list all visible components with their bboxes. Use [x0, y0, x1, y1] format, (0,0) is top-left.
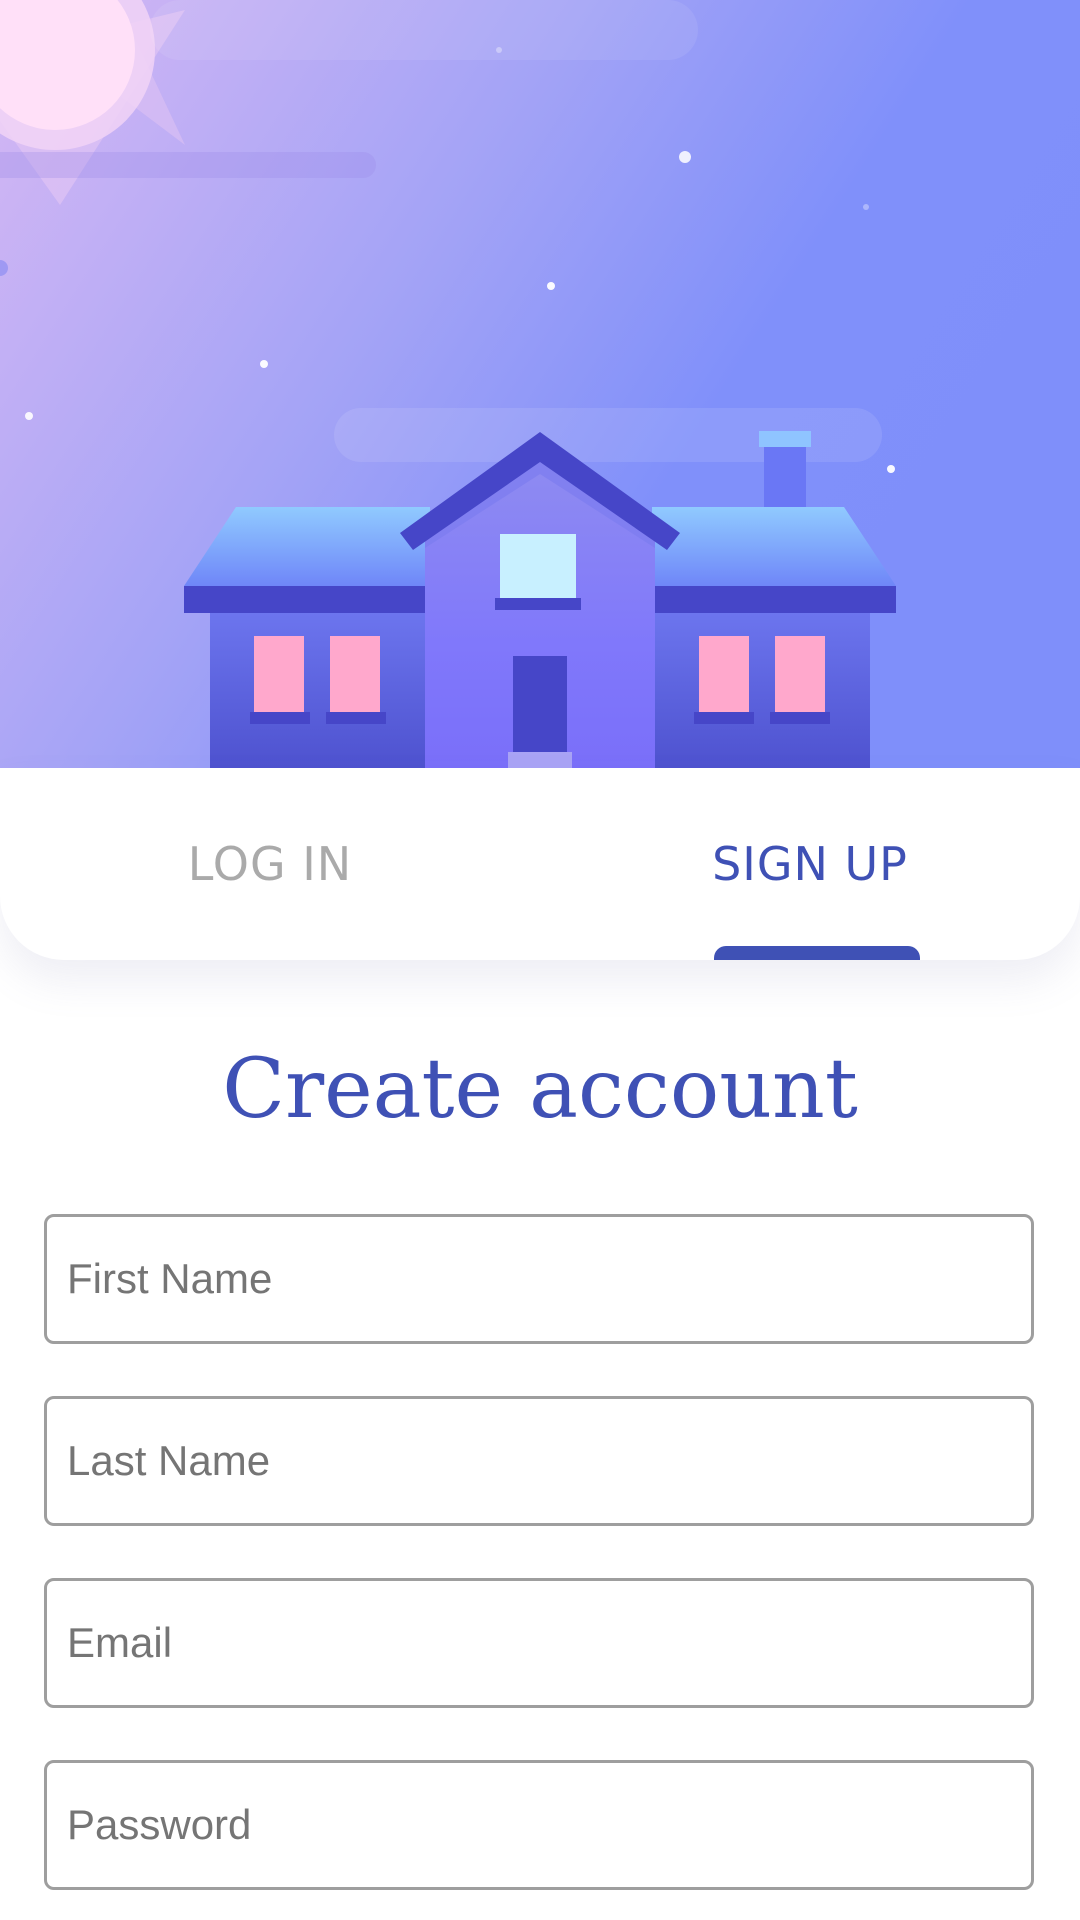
house-at-dusk-illustration [0, 0, 1080, 768]
tab-sign-up-label: SIGN UP [712, 837, 908, 891]
tab-log-in[interactable]: LOG IN [0, 768, 540, 960]
email-input[interactable] [47, 1581, 1031, 1705]
password-field[interactable] [44, 1760, 1034, 1890]
page-title: Create account [222, 1042, 858, 1137]
tab-sign-up[interactable]: SIGN UP [540, 768, 1080, 960]
sign-up-screen: LOG IN SIGN UP Create account [0, 0, 1080, 1920]
password-input[interactable] [47, 1763, 1031, 1887]
tab-log-in-label: LOG IN [187, 837, 353, 891]
auth-tabs: LOG IN SIGN UP [0, 768, 1080, 960]
header-illustration [0, 0, 1080, 768]
last-name-input[interactable] [47, 1399, 1031, 1523]
chimney-icon [759, 431, 811, 510]
last-name-field[interactable] [44, 1396, 1034, 1526]
email-field[interactable] [44, 1578, 1034, 1708]
selected-tab-indicator [714, 946, 920, 960]
first-name-input[interactable] [47, 1217, 1031, 1341]
first-name-field[interactable] [44, 1214, 1034, 1344]
